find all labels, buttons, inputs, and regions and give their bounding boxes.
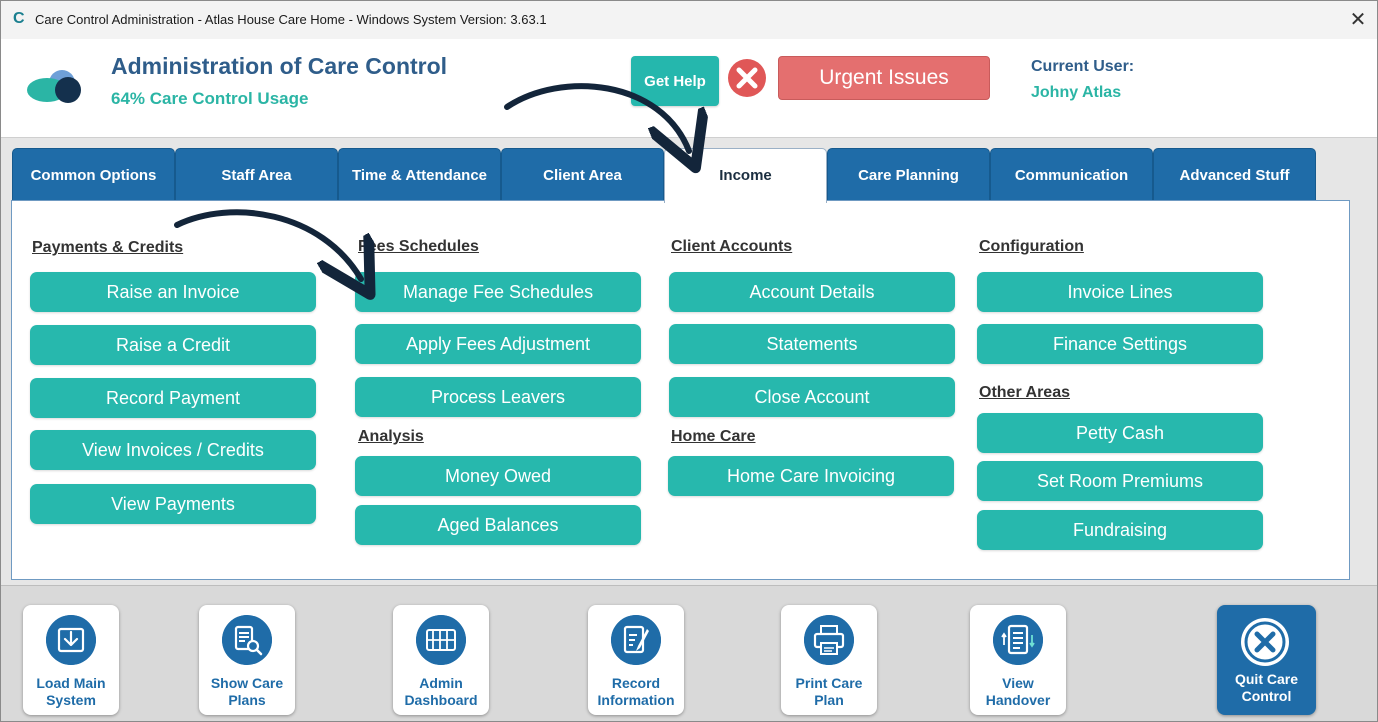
manage-fee-schedules-button[interactable]: Manage Fee Schedules: [355, 272, 641, 312]
current-user-label: Current User:: [1031, 58, 1135, 75]
title-bar: C Care Control Administration - Atlas Ho…: [1, 1, 1377, 39]
tab-staff-area[interactable]: Staff Area: [175, 148, 338, 201]
printer-icon: [804, 615, 854, 665]
urgent-issues-button[interactable]: Urgent Issues: [778, 56, 990, 100]
record-information-label: Record Information: [597, 675, 675, 708]
fundraising-button[interactable]: Fundraising: [977, 510, 1263, 550]
tab-client-area[interactable]: Client Area: [501, 148, 664, 201]
quit-care-control-label: Quit Care Control: [1234, 671, 1298, 704]
money-owed-button[interactable]: Money Owed: [355, 456, 641, 496]
print-care-plan-label: Print Care Plan: [795, 675, 863, 708]
close-circle-icon: [1241, 618, 1289, 666]
finance-settings-button[interactable]: Finance Settings: [977, 324, 1263, 364]
dashboard-grid-icon: [416, 615, 466, 665]
print-care-plan-button[interactable]: Print Care Plan: [781, 605, 877, 715]
petty-cash-button[interactable]: Petty Cash: [977, 413, 1263, 453]
raise-invoice-button[interactable]: Raise an Invoice: [30, 272, 316, 312]
show-care-plans-button[interactable]: Show Care Plans: [199, 605, 295, 715]
quit-care-control-button[interactable]: Quit Care Control: [1217, 605, 1316, 715]
tab-advanced-stuff[interactable]: Advanced Stuff: [1153, 148, 1316, 201]
show-care-plans-label: Show Care Plans: [210, 675, 284, 708]
raise-credit-button[interactable]: Raise a Credit: [30, 325, 316, 365]
app-icon: C: [13, 10, 25, 27]
section-payments-credits: Payments & Credits: [32, 239, 184, 256]
edit-document-icon: [611, 615, 661, 665]
process-leavers-button[interactable]: Process Leavers: [355, 377, 641, 417]
section-other-areas: Other Areas: [979, 384, 1070, 401]
handover-list-icon: [993, 615, 1043, 665]
download-box-icon: [46, 615, 96, 665]
admin-dashboard-label: Admin Dashboard: [404, 675, 478, 708]
statements-button[interactable]: Statements: [669, 324, 955, 364]
view-invoices-credits-button[interactable]: View Invoices / Credits: [30, 430, 316, 470]
aged-balances-button[interactable]: Aged Balances: [355, 505, 641, 545]
admin-dashboard-button[interactable]: Admin Dashboard: [393, 605, 489, 715]
view-handover-label: View Handover: [985, 675, 1051, 708]
current-user-name: Johny Atlas: [1031, 84, 1122, 101]
apply-fees-adjustment-button[interactable]: Apply Fees Adjustment: [355, 324, 641, 364]
care-control-logo: [27, 70, 81, 103]
section-client-accounts: Client Accounts: [671, 238, 793, 255]
document-search-icon: [222, 615, 272, 665]
page-title: Administration of Care Control: [111, 53, 448, 79]
invoice-lines-button[interactable]: Invoice Lines: [977, 272, 1263, 312]
view-payments-button[interactable]: View Payments: [30, 484, 316, 524]
usage-label: 64% Care Control Usage: [111, 89, 309, 108]
record-information-button[interactable]: Record Information: [588, 605, 684, 715]
section-configuration: Configuration: [979, 238, 1084, 255]
home-care-invoicing-button[interactable]: Home Care Invoicing: [668, 456, 954, 496]
tab-income[interactable]: Income: [664, 148, 827, 203]
app-window: C Care Control Administration - Atlas Ho…: [0, 0, 1378, 722]
load-main-system-label: Load Main System: [36, 675, 106, 708]
tab-communication[interactable]: Communication: [990, 148, 1153, 201]
record-payment-button[interactable]: Record Payment: [30, 378, 316, 418]
tab-common-options[interactable]: Common Options: [12, 148, 175, 201]
view-handover-button[interactable]: View Handover: [970, 605, 1066, 715]
get-help-button[interactable]: Get Help: [631, 56, 719, 106]
account-details-button[interactable]: Account Details: [669, 272, 955, 312]
tab-care-planning[interactable]: Care Planning: [827, 148, 990, 201]
window-title: Care Control Administration - Atlas Hous…: [35, 12, 547, 27]
tab-time-attendance[interactable]: Time & Attendance: [338, 148, 501, 201]
section-analysis: Analysis: [358, 428, 424, 445]
window-close-button[interactable]: ✕: [1345, 7, 1371, 33]
section-fees-schedules: Fees Schedules: [358, 238, 479, 255]
set-room-premiums-button[interactable]: Set Room Premiums: [977, 461, 1263, 501]
urgent-close-icon[interactable]: [726, 57, 768, 99]
close-account-button[interactable]: Close Account: [669, 377, 955, 417]
load-main-system-button[interactable]: Load Main System: [23, 605, 119, 715]
section-home-care: Home Care: [671, 428, 756, 445]
